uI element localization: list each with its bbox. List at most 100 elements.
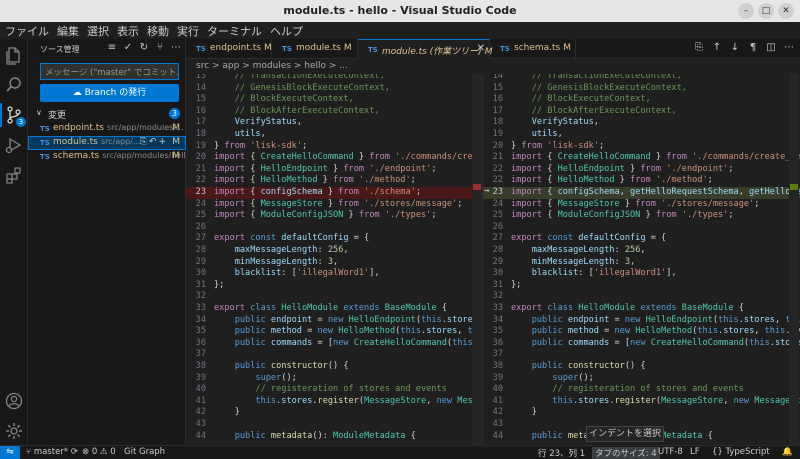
changed-file-schema[interactable]: TS schema.ts src/app/modules/hello M (28, 150, 186, 164)
branch-graph-icon[interactable]: ⑂ (154, 42, 166, 54)
cloud-upload-icon: ☁ (72, 88, 85, 98)
source-control-sidebar: ソース管理 ≡ ✓ ↻ ⑂ ⋯ メッセージ ("master" でコミット...… (28, 39, 186, 445)
file-name: module.ts (53, 137, 98, 147)
typescript-file-icon: TS (500, 45, 510, 53)
line-ending[interactable]: LF (690, 447, 700, 457)
branch-name: master* (33, 447, 69, 457)
overview-ruler-left[interactable] (472, 74, 482, 445)
tab-size[interactable]: タブのサイズ: 4 (592, 447, 660, 459)
commit-check-icon[interactable]: ✓ (122, 42, 134, 54)
window-title: module.ts - hello - Visual Studio Code (283, 4, 517, 17)
split-editor-icon[interactable]: ◫ (766, 42, 776, 53)
title-bar: module.ts - hello - Visual Studio Code –… (0, 0, 800, 22)
tab-label: endpoint.ts (210, 43, 261, 53)
file-actions[interactable]: ⎘↶+ (140, 137, 168, 147)
problems-status[interactable]: ⊗ 0 ⚠ 0 (82, 447, 116, 457)
menu-view[interactable]: 表示 (117, 23, 139, 39)
view-as-tree-icon[interactable]: ≡ (106, 42, 118, 54)
tab-endpoint[interactable]: TS endpoint.ts M (186, 39, 272, 59)
open-file-icon[interactable]: ⎘ (694, 42, 704, 53)
changed-file-module[interactable]: TS module.ts src/app/... ⎘↶+ M (28, 136, 186, 150)
encoding[interactable]: UTF-8 (658, 447, 683, 457)
git-graph-button[interactable]: Git Graph (124, 447, 165, 457)
typescript-file-icon: TS (196, 45, 206, 53)
tab-label: schema.ts (514, 43, 561, 53)
menu-terminal[interactable]: ターミナル (207, 23, 262, 39)
maximize-button[interactable]: □ (758, 3, 774, 19)
file-name: endpoint.ts (53, 123, 104, 133)
editor-actions: ⎘ ↑ ↓ ¶ ◫ ⋯ (694, 42, 794, 53)
previous-change-icon[interactable]: ↑ (712, 42, 722, 53)
search-icon[interactable] (4, 75, 24, 95)
menu-go[interactable]: 移動 (147, 23, 169, 39)
typescript-file-icon: TS (40, 153, 50, 161)
typescript-file-icon: TS (40, 139, 50, 147)
tab-modified: M (343, 43, 352, 53)
tab-module-working-tree[interactable]: TS module.ts (作業ツリー) M ✕ (358, 39, 492, 59)
sidebar-title: ソース管理 (40, 45, 80, 54)
removed-marker (473, 184, 481, 190)
extensions-icon[interactable] (4, 165, 24, 185)
next-change-icon[interactable]: ↓ (730, 42, 740, 53)
activity-bar: 3 (0, 39, 28, 445)
breadcrumb[interactable]: src > app > modules > hello > ... (186, 59, 800, 74)
scm-badge: 3 (16, 117, 26, 127)
more-actions-icon[interactable]: ⋯ (170, 42, 182, 54)
added-marker (790, 184, 798, 190)
typescript-file-icon: TS (40, 125, 50, 133)
run-debug-icon[interactable] (4, 135, 24, 155)
settings-gear-icon[interactable] (4, 421, 24, 441)
diff-arrow-icon[interactable]: → (484, 186, 489, 196)
diff-modified-editor[interactable]: 14 // TransactionExecuteContext, 15 // G… (482, 74, 800, 445)
commit-message-input[interactable]: メッセージ ("master" でコミット... (40, 63, 179, 80)
changes-count-badge: 3 (169, 108, 180, 119)
modified-status: M (172, 137, 180, 147)
publish-branch-button[interactable]: ☁ Branch の発行 (40, 84, 179, 102)
close-window-button[interactable]: ✕ (778, 3, 794, 19)
remote-indicator-icon[interactable]: ⇋ (0, 446, 20, 459)
tooltip: インデントを選択 (586, 426, 664, 442)
menu-bar: ファイル 編集 選択 表示 移動 実行 ターミナル ヘルプ (0, 22, 800, 39)
more-actions-icon[interactable]: ⋯ (784, 42, 794, 53)
menu-edit[interactable]: 編集 (57, 23, 79, 39)
editor-tabs: TS endpoint.ts M TS module.ts M TS module.… (186, 39, 800, 59)
file-name: schema.ts (53, 151, 100, 161)
chevron-down-icon: ∨ (36, 108, 42, 117)
tab-modified: M (563, 43, 572, 53)
tab-schema[interactable]: TS schema.ts M (490, 39, 576, 59)
refresh-icon[interactable]: ↻ (138, 42, 150, 54)
changes-label: 変更 (48, 111, 67, 121)
changed-file-endpoint[interactable]: TS endpoint.ts src/app/modules/... M (28, 122, 186, 136)
changes-group[interactable]: ∨ 変更 3 (28, 106, 186, 121)
typescript-file-icon: TS (282, 45, 292, 53)
sync-icon[interactable]: ⟳ (71, 447, 78, 457)
cursor-position[interactable]: 行 23、列 1 (538, 447, 585, 459)
menu-file[interactable]: ファイル (5, 23, 49, 39)
branch-status[interactable]: ⑂ master* ⟳ (26, 447, 78, 457)
menu-help[interactable]: ヘルプ (270, 23, 303, 39)
overview-ruler-right[interactable] (789, 74, 799, 445)
close-tab-icon[interactable]: ✕ (477, 43, 485, 54)
language-mode[interactable]: {} TypeScript (712, 447, 770, 457)
publish-branch-label: Branch の発行 (84, 88, 147, 98)
tab-label: module.ts (296, 43, 341, 53)
minimize-button[interactable]: – (738, 3, 754, 19)
status-bar: ⇋ ⑂ master* ⟳ ⊗ 0 ⚠ 0 Git Graph 行 23、列 1… (0, 445, 800, 459)
sidebar-header: ソース管理 ≡ ✓ ↻ ⑂ ⋯ (28, 39, 186, 59)
diff-original-editor[interactable]: 13 // TransactionExecuteContext, 14 // G… (186, 74, 482, 445)
notifications-bell-icon[interactable]: 🔔 (782, 447, 793, 457)
menu-selection[interactable]: 選択 (87, 23, 109, 39)
file-path: src/app/... (100, 137, 141, 146)
stage-changes-icon[interactable]: + (158, 137, 168, 147)
tab-module[interactable]: TS module.ts M (272, 39, 358, 59)
modified-status: M (172, 151, 180, 161)
explorer-icon[interactable] (4, 45, 24, 65)
typescript-file-icon: TS (368, 46, 378, 54)
account-icon[interactable] (4, 391, 24, 411)
tab-modified: M (264, 43, 272, 53)
tab-label: module.ts (作業ツリー) (382, 47, 482, 57)
menu-run[interactable]: 実行 (177, 23, 199, 39)
open-file-icon[interactable]: ⎘ (140, 137, 149, 147)
source-control-icon[interactable]: 3 (0, 103, 26, 127)
toggle-whitespace-icon[interactable]: ¶ (748, 42, 758, 53)
